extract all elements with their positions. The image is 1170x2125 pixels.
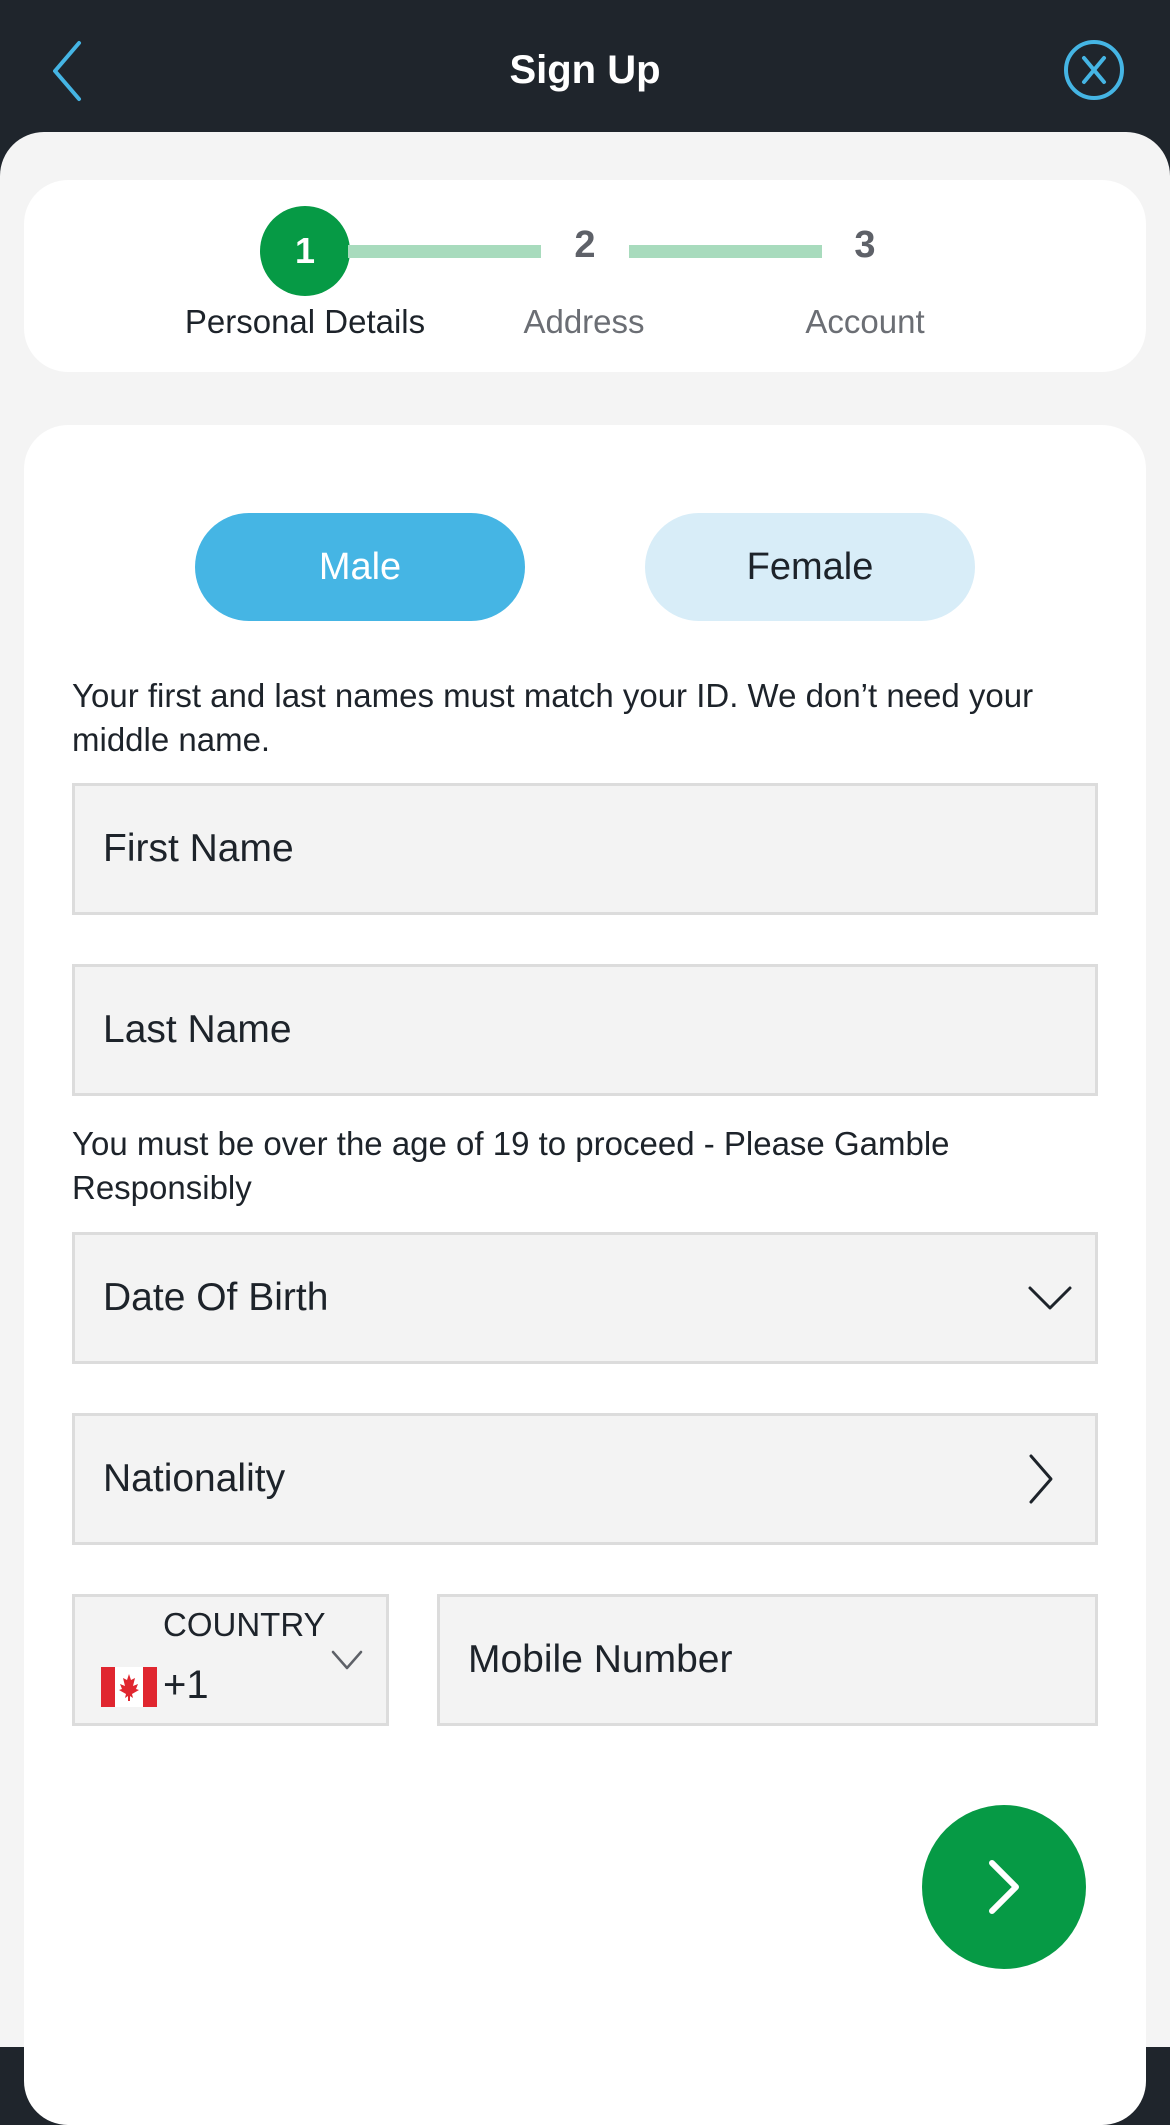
country-label: COUNTRY [163, 1606, 326, 1643]
step-connector-2 [629, 245, 822, 258]
nationality-placeholder: Nationality [103, 1457, 286, 1500]
close-circle-icon [1064, 40, 1124, 100]
last-name-placeholder: Last Name [103, 1008, 292, 1051]
close-button[interactable] [1062, 38, 1126, 102]
header-bar: Sign Up [0, 0, 1170, 132]
step-3-number: 3 [854, 224, 876, 266]
step-3-label: Account [805, 303, 925, 340]
page-title: Sign Up [509, 48, 661, 92]
nationality-select[interactable]: Nationality [72, 1413, 1098, 1545]
step-1-number: 1 [294, 230, 316, 271]
step-1-indicator: 1 [260, 206, 350, 296]
chevron-down-icon [1027, 1284, 1073, 1312]
date-of-birth-select[interactable]: Date Of Birth [72, 1232, 1098, 1364]
mobile-number-placeholder: Mobile Number [468, 1638, 733, 1681]
country-dial-code: +1 [163, 1663, 209, 1707]
country-code-select[interactable]: COUNTRY +1 [72, 1594, 389, 1726]
next-step-button[interactable] [922, 1805, 1086, 1969]
canada-flag-icon [101, 1667, 157, 1707]
gender-female-button[interactable]: Female [645, 513, 975, 621]
chevron-right-icon [989, 1860, 1019, 1914]
chevron-down-icon [331, 1649, 363, 1676]
first-name-placeholder: First Name [103, 827, 294, 870]
step-connector-1 [348, 245, 541, 258]
last-name-input[interactable]: Last Name [72, 964, 1098, 1096]
step-2-number: 2 [574, 224, 596, 266]
chevron-right-icon [1027, 1453, 1055, 1505]
mobile-number-input[interactable]: Mobile Number [437, 1594, 1098, 1726]
step-2-label: Address [523, 303, 645, 340]
date-of-birth-placeholder: Date Of Birth [103, 1276, 329, 1319]
gender-male-button[interactable]: Male [195, 513, 525, 621]
name-hint-text: Your first and last names must match you… [72, 677, 1034, 758]
first-name-input[interactable]: First Name [72, 783, 1098, 915]
age-hint-text: You must be over the age of 19 to procee… [72, 1125, 950, 1206]
step-1-label: Personal Details [184, 303, 426, 340]
